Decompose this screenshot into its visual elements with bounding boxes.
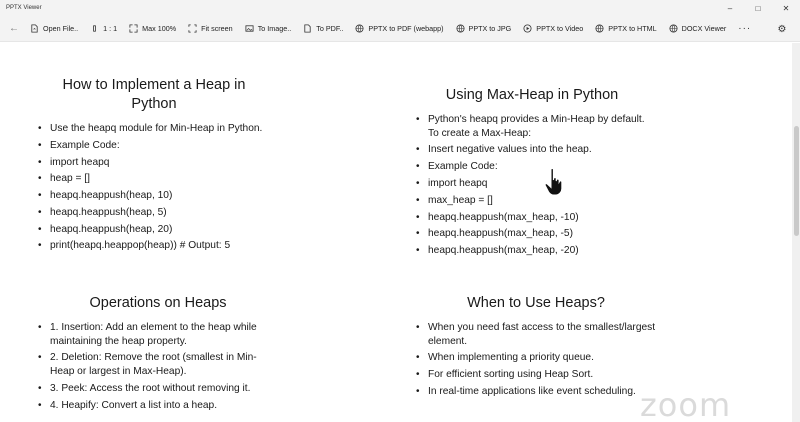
file-open-icon	[30, 24, 39, 33]
globe-icon	[669, 24, 678, 33]
window-controls: – □ ✕	[716, 0, 800, 16]
list-item: In real-time applications like event sch…	[416, 385, 656, 399]
scrollbar-thumb[interactable]	[794, 126, 799, 236]
to-pdf-label: To PDF..	[316, 24, 344, 33]
gear-icon[interactable]: ⚙	[772, 19, 792, 39]
slide-title: When to Use Heaps?	[467, 295, 605, 311]
max-zoom-icon	[129, 24, 138, 33]
pdf-icon	[303, 24, 312, 33]
slide-title: How to Implement a Heap in Python	[62, 77, 246, 112]
list-item: heap = []	[38, 172, 270, 186]
to-image-button[interactable]: To Image..	[239, 19, 298, 39]
list-item: Example Code:	[416, 160, 648, 174]
list-item: heapq.heappush(max_heap, -5)	[416, 227, 648, 241]
pptx-to-jpg-button[interactable]: PPTX to JPG	[450, 19, 518, 39]
pptx-to-pdf-webapp-button[interactable]: PPTX to PDF (webapp)	[349, 19, 449, 39]
actual-size-icon	[90, 24, 99, 33]
globe-icon	[595, 24, 604, 33]
hand-pointer-icon	[544, 167, 563, 196]
list-item: 1. Insertion: Add an element to the heap…	[38, 321, 278, 348]
slide-operations: Operations on Heaps 1. Insertion: Add an…	[38, 294, 278, 415]
pptx-to-html-button[interactable]: PPTX to HTML	[589, 19, 662, 39]
list-item: heapq.heappush(heap, 10)	[38, 189, 270, 203]
list-item: When you need fast access to the smalles…	[416, 321, 656, 348]
image-icon	[245, 24, 254, 33]
maximize-icon[interactable]: □	[744, 0, 772, 16]
slide-max-heap: Using Max-Heap in Python Python's heapq …	[416, 86, 648, 261]
to-image-label: To Image..	[257, 24, 292, 33]
slide-title: Operations on Heaps	[89, 295, 227, 311]
title-bar: PPTX Viewer – □ ✕	[0, 0, 800, 16]
list-item: When implementing a priority queue.	[416, 351, 656, 365]
actual-size-button[interactable]: 1 : 1	[84, 19, 123, 39]
bullet-list: Python's heapq provides a Min-Heap by de…	[416, 113, 648, 258]
list-item: import heapq	[416, 177, 648, 191]
back-arrow-icon[interactable]: ←	[4, 19, 24, 39]
bullet-list: Use the heapq module for Min-Heap in Pyt…	[38, 122, 270, 253]
bullet-list: When you need fast access to the smalles…	[416, 321, 656, 399]
list-item: heapq.heappush(heap, 5)	[38, 206, 270, 220]
more-options-button[interactable]: ···	[732, 19, 757, 39]
list-item: heapq.heappush(max_heap, -20)	[416, 244, 648, 258]
list-item: Python's heapq provides a Min-Heap by de…	[416, 113, 648, 140]
toolbar: ← Open File.. 1 : 1 Max 100% Fit screen …	[0, 16, 800, 42]
globe-icon	[456, 24, 465, 33]
pptx-to-pdf-webapp-label: PPTX to PDF (webapp)	[368, 24, 444, 33]
pptx-to-jpg-label: PPTX to JPG	[468, 24, 512, 33]
pptx-to-video-button[interactable]: PPTX to Video	[517, 19, 589, 39]
bullet-list: 1. Insertion: Add an element to the heap…	[38, 321, 278, 412]
slide-heap-implementation: How to Implement a Heap in Python Use th…	[38, 76, 270, 256]
list-item: max_heap = []	[416, 194, 648, 208]
actual-size-label: 1 : 1	[103, 24, 118, 33]
slide-when-to-use: When to Use Heaps? When you need fast ac…	[416, 294, 656, 402]
max-zoom-button[interactable]: Max 100%	[123, 19, 182, 39]
list-item: 4. Heapify: Convert a list into a heap.	[38, 399, 278, 413]
open-file-label: Open File..	[43, 24, 79, 33]
pptx-to-html-label: PPTX to HTML	[608, 24, 657, 33]
docx-viewer-button[interactable]: DOCX Viewer	[663, 19, 733, 39]
app-title: PPTX Viewer	[6, 5, 42, 11]
pptx-to-video-label: PPTX to Video	[536, 24, 584, 33]
list-item: print(heapq.heappop(heap)) # Output: 5	[38, 239, 270, 253]
list-item: 2. Deletion: Remove the root (smallest i…	[38, 351, 278, 378]
list-item: Use the heapq module for Min-Heap in Pyt…	[38, 122, 270, 136]
list-item: Insert negative values into the heap.	[416, 143, 648, 157]
fit-screen-label: Fit screen	[201, 24, 233, 33]
list-item: 3. Peek: Access the root without removin…	[38, 382, 278, 396]
open-file-button[interactable]: Open File..	[24, 19, 84, 39]
video-icon	[523, 24, 532, 33]
zoom-watermark: zoom	[640, 386, 732, 422]
list-item: import heapq	[38, 156, 270, 170]
fit-screen-icon	[188, 24, 197, 33]
list-item: heapq.heappush(heap, 20)	[38, 223, 270, 237]
globe-icon	[355, 24, 364, 33]
slide-title: Using Max-Heap in Python	[445, 87, 619, 103]
list-item: heapq.heappush(max_heap, -10)	[416, 211, 648, 225]
list-item: Example Code:	[38, 139, 270, 153]
docx-viewer-label: DOCX Viewer	[681, 24, 727, 33]
max-zoom-label: Max 100%	[142, 24, 177, 33]
fit-screen-button[interactable]: Fit screen	[182, 19, 239, 39]
list-item: For efficient sorting using Heap Sort.	[416, 368, 656, 382]
minimize-icon[interactable]: –	[716, 0, 744, 16]
close-icon[interactable]: ✕	[772, 0, 800, 16]
to-pdf-button[interactable]: To PDF..	[297, 19, 349, 39]
